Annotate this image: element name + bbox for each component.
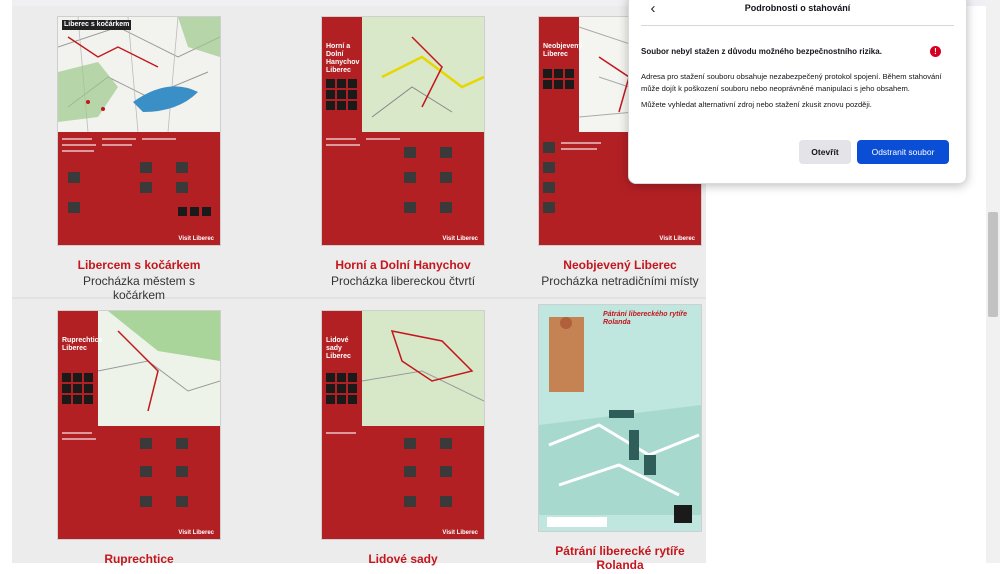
card-title[interactable]: Libercem s kočárkem <box>57 258 221 272</box>
poster-footer: Visit Liberec <box>442 530 478 536</box>
card-ruprechtice[interactable]: Ruprechtice Liberec Visit Liberec Ruprec… <box>57 310 221 568</box>
card-title[interactable]: Horní a Dolní Hanychov <box>321 258 485 272</box>
poster-footer: Visit Liberec <box>442 236 478 242</box>
poster-image[interactable]: Lidové sady Liberec Visit Liberec <box>321 310 485 540</box>
panel-body: Adresa pro stažení souboru obsahuje neza… <box>641 71 951 116</box>
map-graphic <box>58 17 220 132</box>
poster-footer: Visit Liberec <box>178 236 214 242</box>
photo-grid <box>543 69 574 89</box>
poster-map: Ruprechtice Liberec <box>58 311 220 426</box>
panel-divider <box>641 25 954 26</box>
poster-red-section: Visit Liberec <box>58 426 220 539</box>
open-button[interactable]: Otevřít <box>799 140 851 164</box>
photo-grid <box>326 79 357 110</box>
photo-grid <box>326 373 357 404</box>
poster-map: Liberec s kočárkem <box>58 17 220 132</box>
photo-grid <box>62 373 93 404</box>
roland-poster-graphic <box>539 305 701 531</box>
card-subtitle: Procházka netradičními místy <box>541 274 699 288</box>
warning-message: Soubor nebyl stažen z důvodu možného bez… <box>641 47 882 56</box>
poster-heading: Liberec s kočárkem <box>62 20 132 30</box>
card-title[interactable]: Neobjevený Liberec <box>538 258 702 272</box>
poster-red-section: Visit Liberec <box>58 132 220 245</box>
poster-image[interactable]: Pátrání libereckého rytíře Rolanda <box>538 304 702 532</box>
poster-heading: Pátrání libereckého rytíře Rolanda <box>603 311 688 326</box>
scrollbar-thumb[interactable] <box>988 212 998 317</box>
card-subtitle: Procházka městem s kočárkem <box>82 274 196 302</box>
poster-footer: Visit Liberec <box>178 530 214 536</box>
panel-body-paragraph: Můžete vyhledat alternativní zdroj nebo … <box>641 100 872 109</box>
card-subtitle: Procházka libereckou čtvrtí <box>330 274 476 288</box>
card-libercem-s-kocarkem[interactable]: Liberec s kočárkem Visit Liberec Liberce… <box>57 16 221 302</box>
poster-red-section: Visit Liberec <box>322 132 484 245</box>
warning-icon: ! <box>930 46 941 57</box>
poster-side-panel <box>58 311 98 426</box>
panel-header: ‹ Podrobnosti o stahování <box>629 0 966 25</box>
poster-image[interactable]: Liberec s kočárkem Visit Liberec <box>57 16 221 246</box>
card-title[interactable]: Ruprechtice <box>57 552 221 566</box>
card-title[interactable]: Pátrání liberecké rytíře Rolanda <box>538 544 702 572</box>
card-patrani-rolanda[interactable]: Pátrání libereckého rytíře Rolanda Pátrá… <box>538 304 702 574</box>
panel-body-paragraph: Adresa pro stažení souboru obsahuje neza… <box>641 72 942 93</box>
poster-image[interactable]: Horní a Dolní Hanychov Liberec Visit Lib… <box>321 16 485 246</box>
card-title[interactable]: Lidové sady <box>321 552 485 566</box>
poster-map: Lidové sady Liberec <box>322 311 484 426</box>
poster-image[interactable]: Ruprechtice Liberec Visit Liberec <box>57 310 221 540</box>
card-horni-a-dolni-hanychov[interactable]: Horní a Dolní Hanychov Liberec Visit Lib… <box>321 16 485 288</box>
poster-heading: Ruprechtice Liberec <box>62 337 103 352</box>
remove-file-button[interactable]: Odstranit soubor <box>857 140 949 164</box>
download-details-panel: ‹ Podrobnosti o stahování Soubor nebyl s… <box>628 0 967 184</box>
poster-heading: Horní a Dolní Hanychov Liberec <box>326 43 360 74</box>
panel-title: Podrobnosti o stahování <box>744 3 851 13</box>
poster-footer: Visit Liberec <box>659 236 695 242</box>
poster-red-section: Visit Liberec <box>322 426 484 539</box>
poster-heading: Lidové sady Liberec <box>326 337 351 360</box>
poster-map: Horní a Dolní Hanychov Liberec <box>322 17 484 132</box>
card-lidove-sady[interactable]: Lidové sady Liberec Visit Liberec Lidové… <box>321 310 485 568</box>
poster-side-panel <box>322 311 362 426</box>
poster-heading: Neobjevený Liberec <box>543 43 583 58</box>
page-left-margin <box>0 0 12 563</box>
